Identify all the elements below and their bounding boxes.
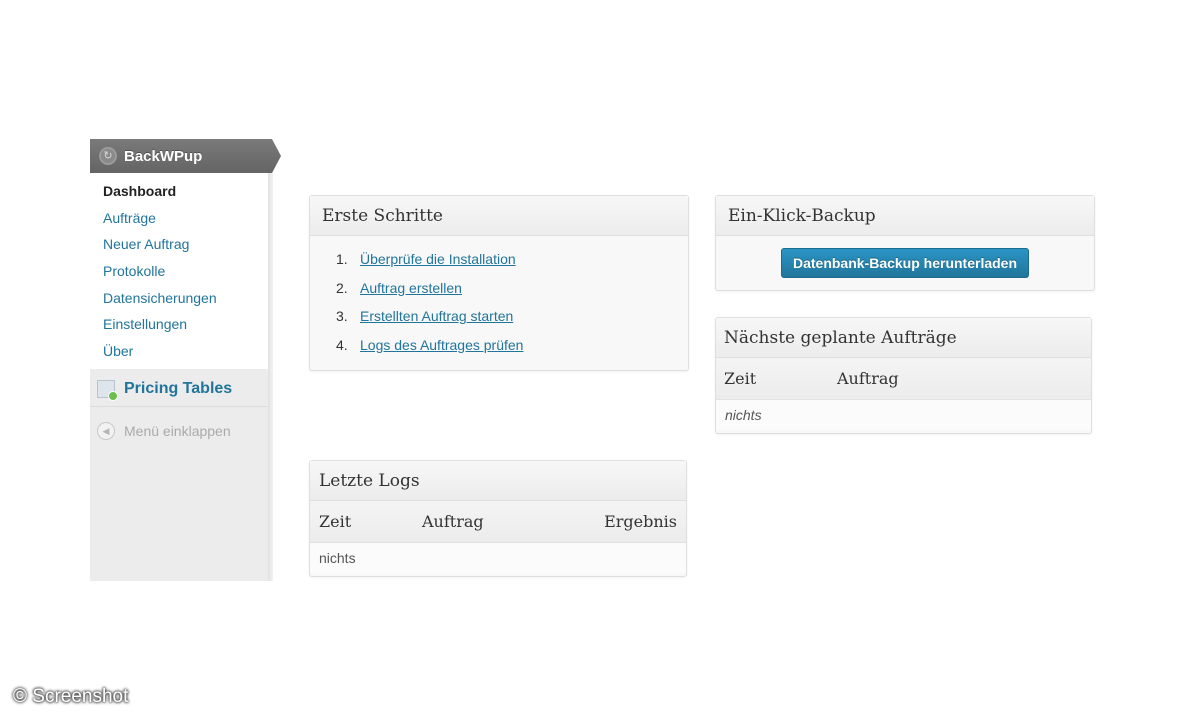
first-steps-box: Erste Schritte 1. Überprüfe die Installat… bbox=[309, 195, 689, 371]
step-number: 4. bbox=[336, 336, 348, 353]
column-header-time: Zeit bbox=[724, 369, 757, 388]
sidebar-item-new-job[interactable]: Neuer Auftrag bbox=[90, 233, 268, 260]
step-number: 3. bbox=[336, 308, 348, 324]
list-item: 4. Logs des Auftrages prüfen bbox=[336, 332, 688, 361]
collapse-arrow-icon: ◀ bbox=[97, 422, 115, 440]
sidebar-item-dashboard[interactable]: Dashboard bbox=[90, 180, 268, 207]
empty-message: nichts bbox=[319, 550, 356, 566]
column-header-result: Ergebnis bbox=[604, 512, 677, 531]
sidebar-item-logs[interactable]: Protokolle bbox=[90, 260, 268, 287]
collapse-menu-button[interactable]: ◀ Menü einklappen bbox=[90, 417, 268, 445]
collapse-menu-label: Menü einklappen bbox=[124, 423, 231, 439]
empty-message: nichts bbox=[725, 407, 762, 423]
step-check-installation-link[interactable]: Überprüfe die Installation bbox=[360, 251, 516, 267]
step-start-job-link[interactable]: Erstellten Auftrag starten bbox=[360, 308, 513, 324]
next-jobs-table-header: Zeit Auftrag bbox=[716, 358, 1091, 400]
one-click-backup-title: Ein-Klick-Backup bbox=[716, 196, 1094, 236]
pricing-tables-label: Pricing Tables bbox=[124, 380, 233, 397]
list-item: 2. Auftrag erstellen bbox=[336, 275, 688, 304]
plugin-title: BackWPup bbox=[124, 147, 203, 165]
sidebar-divider bbox=[268, 172, 273, 581]
menu-pricing-tables[interactable]: Pricing Tables bbox=[90, 372, 268, 406]
backwpup-submenu: Dashboard Aufträge Neuer Auftrag Protoko… bbox=[90, 173, 268, 369]
step-create-job-link[interactable]: Auftrag erstellen bbox=[360, 280, 462, 296]
sidebar-item-jobs[interactable]: Aufträge bbox=[90, 207, 268, 234]
download-db-backup-button[interactable]: Datenbank-Backup herunterladen bbox=[781, 248, 1029, 278]
one-click-backup-box: Ein-Klick-Backup Datenbank-Backup herunt… bbox=[715, 195, 1095, 291]
screenshot-watermark: © Screenshot bbox=[13, 686, 129, 707]
menu-backwpup[interactable]: ↻ BackWPup bbox=[90, 139, 281, 173]
next-jobs-title: Nächste geplante Aufträge bbox=[716, 318, 1091, 358]
column-header-time: Zeit bbox=[319, 512, 352, 531]
backwpup-logo-icon: ↻ bbox=[99, 147, 117, 165]
list-item: 3. Erstellten Auftrag starten bbox=[336, 303, 688, 332]
step-number: 1. bbox=[336, 251, 348, 267]
table-row: nichts bbox=[716, 400, 1091, 430]
sidebar-item-settings[interactable]: Einstellungen bbox=[90, 313, 268, 340]
table-row: nichts bbox=[310, 543, 686, 573]
pricing-tables-icon bbox=[97, 380, 118, 401]
sidebar-item-about[interactable]: Über bbox=[90, 340, 268, 367]
last-logs-table-header: Zeit Auftrag Ergebnis bbox=[310, 501, 686, 543]
step-check-logs-link[interactable]: Logs des Auftrages prüfen bbox=[360, 337, 523, 353]
column-header-job: Auftrag bbox=[422, 512, 484, 531]
list-item: 1. Überprüfe die Installation bbox=[336, 246, 688, 275]
sidebar-item-backups[interactable]: Datensicherungen bbox=[90, 287, 268, 314]
first-steps-title: Erste Schritte bbox=[310, 196, 688, 236]
menu-separator bbox=[90, 406, 268, 407]
last-logs-box: Letzte Logs Zeit Auftrag Ergebnis nichts bbox=[309, 460, 687, 577]
first-steps-list: 1. Überprüfe die Installation 2. Auftrag e… bbox=[310, 236, 688, 360]
step-number: 2. bbox=[336, 279, 348, 296]
last-logs-title: Letzte Logs bbox=[310, 461, 686, 501]
next-jobs-box: Nächste geplante Aufträge Zeit Auftrag n… bbox=[715, 317, 1092, 434]
column-header-job: Auftrag bbox=[837, 369, 899, 388]
